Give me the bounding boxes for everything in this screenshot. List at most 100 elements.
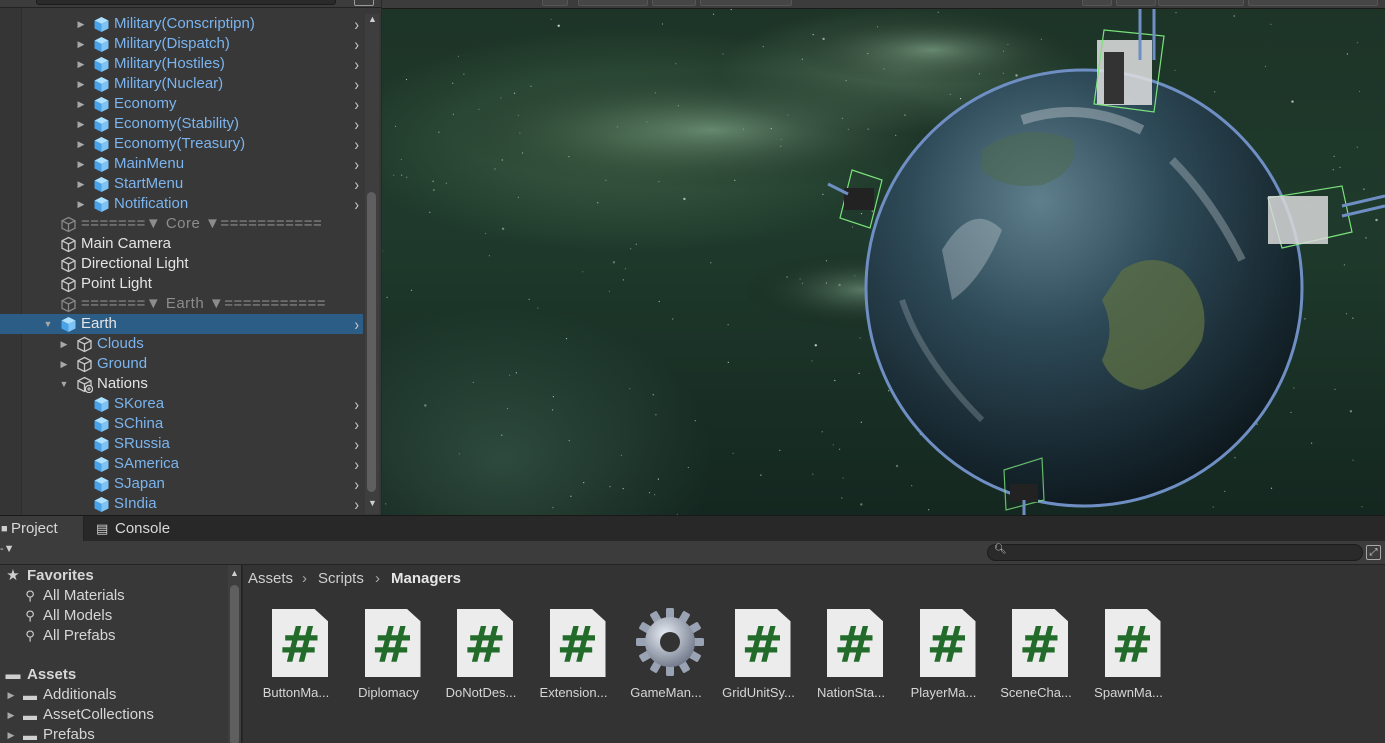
project-search-input[interactable]: 🔍︎ <box>987 544 1363 561</box>
expand-right-arrow-icon[interactable]: ▶ <box>76 34 86 54</box>
open-prefab-chevron-icon[interactable]: › <box>354 312 359 336</box>
asset-item[interactable]: # DoNotDes... <box>438 609 524 709</box>
hierarchy-row[interactable]: ▶ MainMenu › <box>0 154 363 174</box>
expand-right-arrow-icon[interactable]: ▶ <box>76 74 86 94</box>
expand-right-arrow-icon[interactable]: ▶ <box>59 354 69 374</box>
asset-item[interactable]: # Extension... <box>531 609 617 709</box>
scene-view[interactable] <box>382 0 1385 515</box>
hierarchy-row[interactable]: ▶ Military(Nuclear) › <box>0 74 363 94</box>
hierarchy-row[interactable]: SRussia › <box>0 434 363 454</box>
hierarchy-row[interactable]: Main Camera <box>0 234 363 254</box>
asset-item[interactable]: # SpawnMa... <box>1086 609 1172 709</box>
folder-item[interactable]: ▶ ▬ Additionals <box>0 685 241 705</box>
expand-down-arrow-icon[interactable]: ▼ <box>59 374 69 394</box>
expand-right-arrow-icon[interactable]: ▶ <box>76 114 86 134</box>
hierarchy-row[interactable]: Point Light <box>0 274 363 294</box>
hierarchy-row[interactable]: SChina › <box>0 414 363 434</box>
scroll-up-arrow-icon[interactable]: ▲ <box>230 568 239 578</box>
open-prefab-chevron-icon[interactable]: › <box>354 492 359 515</box>
scene-search-input[interactable] <box>1248 0 1378 6</box>
expand-right-arrow-icon[interactable]: ▶ <box>76 54 86 74</box>
expand-down-arrow-icon[interactable]: ▼ <box>43 314 53 334</box>
folder-icon: ▬ <box>23 687 37 703</box>
asset-item[interactable]: # PlayerMa... <box>901 609 987 709</box>
hierarchy-row[interactable]: ▶ Economy › <box>0 94 363 114</box>
assets-header[interactable]: ▬ Assets <box>0 665 241 685</box>
asset-item[interactable]: # Diplomacy <box>346 609 432 709</box>
expand-right-arrow-icon[interactable]: ▶ <box>76 94 86 114</box>
expand-right-arrow-icon[interactable]: ▶ <box>59 334 69 354</box>
hierarchy-row[interactable]: ▶ Economy(Treasury) › <box>0 134 363 154</box>
project-sidebar-scroll-thumb[interactable] <box>230 585 239 743</box>
folder-item[interactable]: ▶ ▬ Prefabs <box>0 725 241 743</box>
hierarchy-scroll-thumb[interactable] <box>367 192 376 492</box>
earth-globe[interactable] <box>864 68 1304 508</box>
hierarchy-row-label: Military(Nuclear) <box>114 75 224 92</box>
scene-effects-dropdown[interactable] <box>652 0 696 6</box>
hierarchy-row[interactable]: ▶ StartMenu › <box>0 174 363 194</box>
expand-right-arrow-icon[interactable]: ▶ <box>76 14 86 34</box>
hierarchy-row[interactable]: SIndia › <box>0 494 363 514</box>
scene-tools-button[interactable] <box>1082 0 1112 6</box>
asset-item[interactable]: # ButtonMa... <box>253 609 339 709</box>
hierarchy-row[interactable]: ▼ Earth › <box>0 314 363 334</box>
search-by-type-button[interactable]: ⤢ <box>1366 545 1381 560</box>
hierarchy-row[interactable]: ▶ Ground <box>0 354 363 374</box>
expand-right-arrow-icon[interactable]: ▶ <box>3 725 19 743</box>
breadcrumb-item[interactable]: Scripts <box>318 565 364 593</box>
tab-project[interactable]: ■ Project <box>0 516 84 542</box>
breadcrumb-item[interactable]: Assets <box>248 565 293 593</box>
hierarchy-row[interactable]: ▶ Clouds <box>0 334 363 354</box>
open-prefab-chevron-icon[interactable]: › <box>354 192 359 216</box>
hierarchy-row[interactable]: SKorea › <box>0 394 363 414</box>
favorites-header[interactable]: ★ Favorites <box>0 566 241 586</box>
prefab-cube-icon <box>93 416 110 433</box>
scroll-down-arrow-icon[interactable]: ▼ <box>368 498 377 508</box>
hierarchy-row[interactable]: SAmerica › <box>0 454 363 474</box>
asset-item-label: GameMan... <box>630 685 702 700</box>
expand-right-arrow-icon[interactable]: ▶ <box>3 705 19 725</box>
scene-2d-toggle[interactable] <box>542 0 568 6</box>
asset-item-label: Extension... <box>539 685 608 700</box>
asset-item[interactable]: # SceneCha... <box>993 609 1079 709</box>
scroll-up-arrow-icon[interactable]: ▲ <box>368 14 377 24</box>
hierarchy-row-label: SAmerica <box>114 455 180 472</box>
expand-right-arrow-icon[interactable]: ▶ <box>76 154 86 174</box>
hierarchy-row[interactable]: SJapan › <box>0 474 363 494</box>
expand-right-arrow-icon[interactable]: ▶ <box>3 685 19 705</box>
scene-visibility-camera-tools[interactable] <box>700 0 792 6</box>
project-sidebar-scrollbar[interactable]: ▲ <box>228 565 241 743</box>
hierarchy-scrollbar[interactable]: ▲ ▼ <box>365 14 379 514</box>
expand-right-arrow-icon[interactable]: ▶ <box>76 194 86 214</box>
console-icon: ▤ <box>96 521 109 536</box>
hierarchy-row[interactable]: Directional Light <box>0 254 363 274</box>
hierarchy-row[interactable]: ▶ Military(Hostiles) › <box>0 54 363 74</box>
expand-right-arrow-icon[interactable]: ▶ <box>76 174 86 194</box>
folder-item[interactable]: ▶ ▬ AssetCollections <box>0 705 241 725</box>
scene-light-audio-toggles[interactable] <box>578 0 648 6</box>
favorites-item[interactable]: ⚲ All Materials <box>0 586 241 606</box>
hierarchy-row[interactable]: =======▼ Core ▼=========== <box>0 214 363 234</box>
gizmos-dropdown[interactable] <box>1158 0 1244 6</box>
prefab-cube-icon <box>93 76 110 93</box>
nation-object-right[interactable] <box>1267 185 1385 249</box>
hierarchy-row[interactable]: ▶ Economy(Stability) › <box>0 114 363 134</box>
create-dropdown-icon[interactable]: -▼ <box>0 543 15 555</box>
hierarchy-row[interactable]: ▶ Military(Dispatch) › <box>0 34 363 54</box>
asset-item[interactable]: # GridUnitSy... <box>716 609 802 709</box>
hierarchy-row[interactable]: ▶ Military(Conscriptipn) › <box>0 14 363 34</box>
favorites-item[interactable]: ⚲ All Prefabs <box>0 626 241 646</box>
hierarchy-search-input[interactable] <box>36 0 336 5</box>
asset-item[interactable]: GameMan... <box>623 608 709 709</box>
expand-right-arrow-icon[interactable]: ▶ <box>76 134 86 154</box>
hierarchy-row[interactable]: ▼ Nations <box>0 374 363 394</box>
hierarchy-menu-button[interactable] <box>354 0 374 6</box>
scene-camera-button[interactable] <box>1116 0 1156 6</box>
prefab-cube-icon <box>60 316 77 333</box>
hierarchy-row[interactable]: =======▼ Earth ▼=========== <box>0 294 363 314</box>
favorites-item[interactable]: ⚲ All Models <box>0 606 241 626</box>
breadcrumb-item[interactable]: Managers <box>391 565 461 593</box>
asset-item[interactable]: # NationSta... <box>808 609 894 709</box>
tab-console[interactable]: ▤ Console <box>85 516 185 542</box>
hierarchy-row[interactable]: ▶ Notification › <box>0 194 363 214</box>
